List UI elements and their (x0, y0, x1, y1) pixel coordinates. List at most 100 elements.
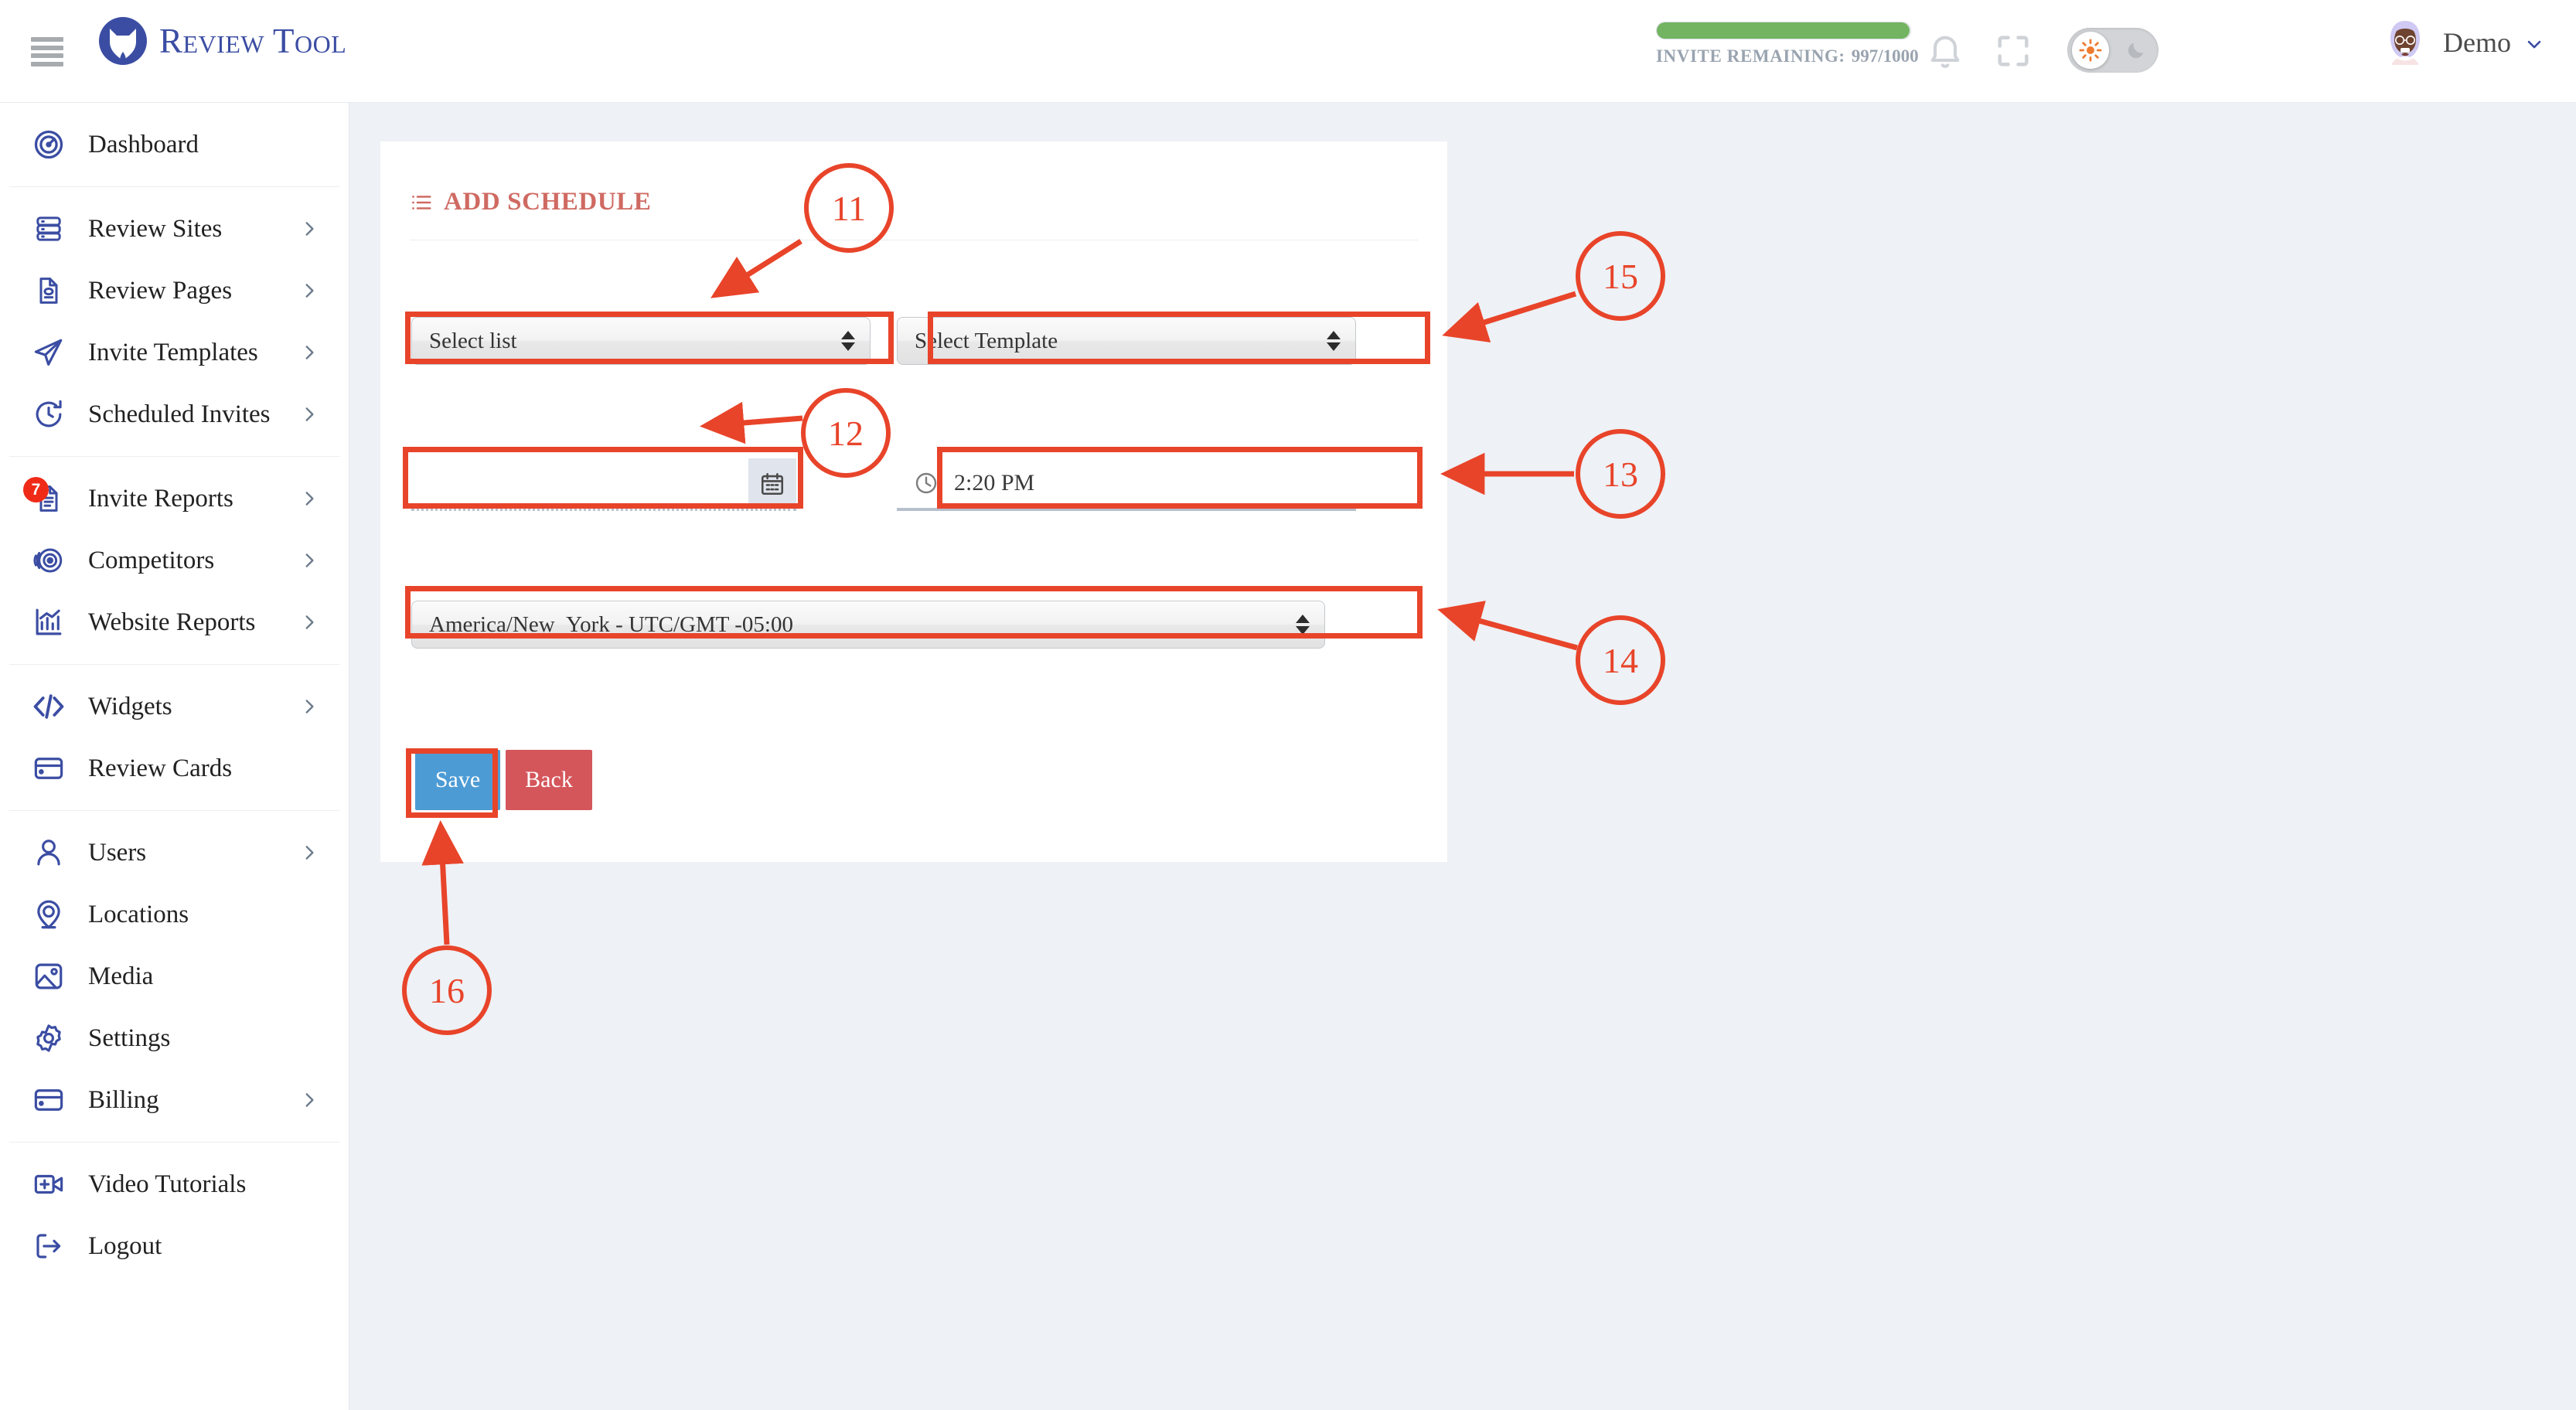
fullscreen-icon[interactable] (1993, 31, 2033, 71)
code-icon (31, 689, 66, 724)
sidebar-item-label: Invite Templates (88, 338, 258, 366)
template-select[interactable]: Select Template (897, 317, 1356, 365)
sidebar-item-review-sites[interactable]: Review Sites (0, 198, 349, 260)
invite-remaining-text: INVITE REMAINING: (1656, 46, 1845, 66)
chevron-right-icon (299, 342, 319, 363)
sidebar-group: Users Locations Media Settings Billing (0, 811, 349, 1142)
sidebar-group: Dashboard (0, 103, 349, 186)
user-icon (31, 835, 66, 870)
avatar (2380, 17, 2431, 68)
chevron-right-icon (299, 489, 319, 509)
clock-icon (915, 472, 937, 494)
hamburger-icon[interactable] (31, 37, 63, 66)
speedometer-icon (31, 127, 66, 162)
chevron-right-icon (299, 1090, 319, 1110)
user-name: Demo (2443, 27, 2511, 58)
user-menu[interactable]: Demo (2380, 17, 2545, 68)
time-input-wrap[interactable]: 2:20 PM (897, 458, 1356, 511)
sidebar-item-competitors[interactable]: Competitors (0, 530, 349, 591)
theme-toggle[interactable] (2067, 28, 2159, 73)
sidebar-item-label: Review Pages (88, 276, 233, 305)
sidebar-item-billing[interactable]: Billing (0, 1069, 349, 1131)
card-icon (31, 1082, 66, 1118)
save-button[interactable]: Save (415, 750, 500, 810)
date-input-wrap[interactable] (411, 458, 796, 511)
chevron-down-glyph-icon (2527, 40, 2541, 49)
sidebar: Dashboard Review Sites Review Pages Invi… (0, 103, 349, 1410)
chevron-down-icon[interactable] (2523, 33, 2545, 55)
sidebar-item-video-tutorials[interactable]: Video Tutorials (0, 1153, 349, 1215)
invite-remaining-block: INVITE REMAINING: 997/1000 (1656, 22, 1919, 66)
sidebar-item-invite-templates[interactable]: Invite Templates (0, 322, 349, 383)
brand-name: Review Tool (159, 22, 347, 60)
page-title-text: ADD SCHEDULE (444, 188, 652, 216)
main-content: ADD SCHEDULE Select list Select Template (349, 103, 2576, 1410)
sidebar-item-dashboard[interactable]: Dashboard (0, 114, 349, 175)
list-select[interactable]: Select list (411, 317, 871, 365)
list-select-wrap: Select list (411, 317, 871, 365)
sidebar-item-label: Users (88, 838, 147, 867)
chevron-right-icon (299, 843, 319, 863)
sidebar-item-media[interactable]: Media (0, 945, 349, 1007)
hamburger-bar (31, 45, 63, 50)
image-icon (31, 959, 66, 994)
calendar-icon[interactable] (748, 458, 796, 509)
card-icon (31, 751, 66, 786)
template-select-field: Select Template (897, 317, 1356, 365)
sidebar-item-logout[interactable]: Logout (0, 1215, 349, 1277)
sidebar-item-label: Invite Reports (88, 484, 233, 513)
page-title: ADD SCHEDULE (410, 188, 652, 216)
sidebar-item-widgets[interactable]: Widgets (0, 676, 349, 737)
sidebar-item-label: Video Tutorials (88, 1170, 247, 1198)
hamburger-bar (31, 61, 63, 66)
moon-glyph-icon (2128, 43, 2144, 59)
time-input-value: 2:20 PM (954, 470, 1035, 496)
top-header: Review Tool INVITE REMAINING: 997/1000 D… (0, 0, 2576, 103)
sidebar-item-label: Dashboard (88, 130, 199, 158)
timezone-select[interactable]: America/New_York - UTC/GMT -05:00 (411, 601, 1325, 649)
sidebar-item-website-reports[interactable]: Website Reports (0, 591, 349, 653)
chevron-right-icon (299, 281, 319, 301)
date-input[interactable] (411, 458, 748, 509)
sidebar-item-label: Logout (88, 1231, 162, 1260)
gear-icon (31, 1020, 66, 1056)
hamburger-bar (31, 53, 63, 59)
hamburger-bar (31, 37, 63, 42)
invite-progress-track (1656, 22, 1911, 39)
brand-logo[interactable]: Review Tool (97, 15, 346, 66)
paper-plane-icon (31, 335, 66, 370)
time-field: 2:20 PM (897, 458, 1356, 511)
server-icon (31, 211, 66, 247)
chevron-right-icon (299, 219, 319, 239)
bell-icon[interactable] (1925, 31, 1965, 71)
sidebar-item-invite-reports[interactable]: 7 Invite Reports (0, 468, 349, 530)
list-select-field: Select list (411, 317, 871, 365)
invite-progress-fill (1657, 22, 1910, 39)
sidebar-item-label: Website Reports (88, 608, 256, 636)
sidebar-item-review-pages[interactable]: Review Pages (0, 260, 349, 322)
sidebar-item-settings[interactable]: Settings (0, 1007, 349, 1069)
sidebar-item-scheduled-invites[interactable]: Scheduled Invites (0, 383, 349, 445)
back-button[interactable]: Back (506, 750, 592, 810)
date-field (411, 458, 796, 511)
sidebar-item-label: Review Cards (88, 754, 233, 782)
chevron-right-icon (299, 612, 319, 632)
fingerprint-icon (31, 543, 66, 578)
list-icon (412, 195, 431, 209)
chevron-right-icon (299, 404, 319, 424)
moon-icon (2125, 39, 2147, 61)
sidebar-item-label: Widgets (88, 692, 172, 720)
sidebar-group: 7 Invite Reports Competitors Website Rep… (0, 457, 349, 664)
sidebar-item-review-cards[interactable]: Review Cards (0, 737, 349, 799)
add-schedule-card: ADD SCHEDULE Select list Select Template (380, 141, 1447, 862)
sidebar-item-locations[interactable]: Locations (0, 884, 349, 945)
sidebar-item-label: Locations (88, 900, 189, 928)
sidebar-item-label: Competitors (88, 546, 215, 574)
sidebar-item-label: Review Sites (88, 214, 223, 243)
sidebar-group: Widgets Review Cards (0, 665, 349, 810)
sidebar-item-users[interactable]: Users (0, 822, 349, 884)
map-pin-icon (31, 897, 66, 932)
sidebar-group: Video Tutorials Logout (0, 1143, 349, 1288)
invite-remaining-label: INVITE REMAINING: 997/1000 (1656, 46, 1919, 66)
timezone-select-wrap: America/New_York - UTC/GMT -05:00 (411, 601, 1325, 649)
